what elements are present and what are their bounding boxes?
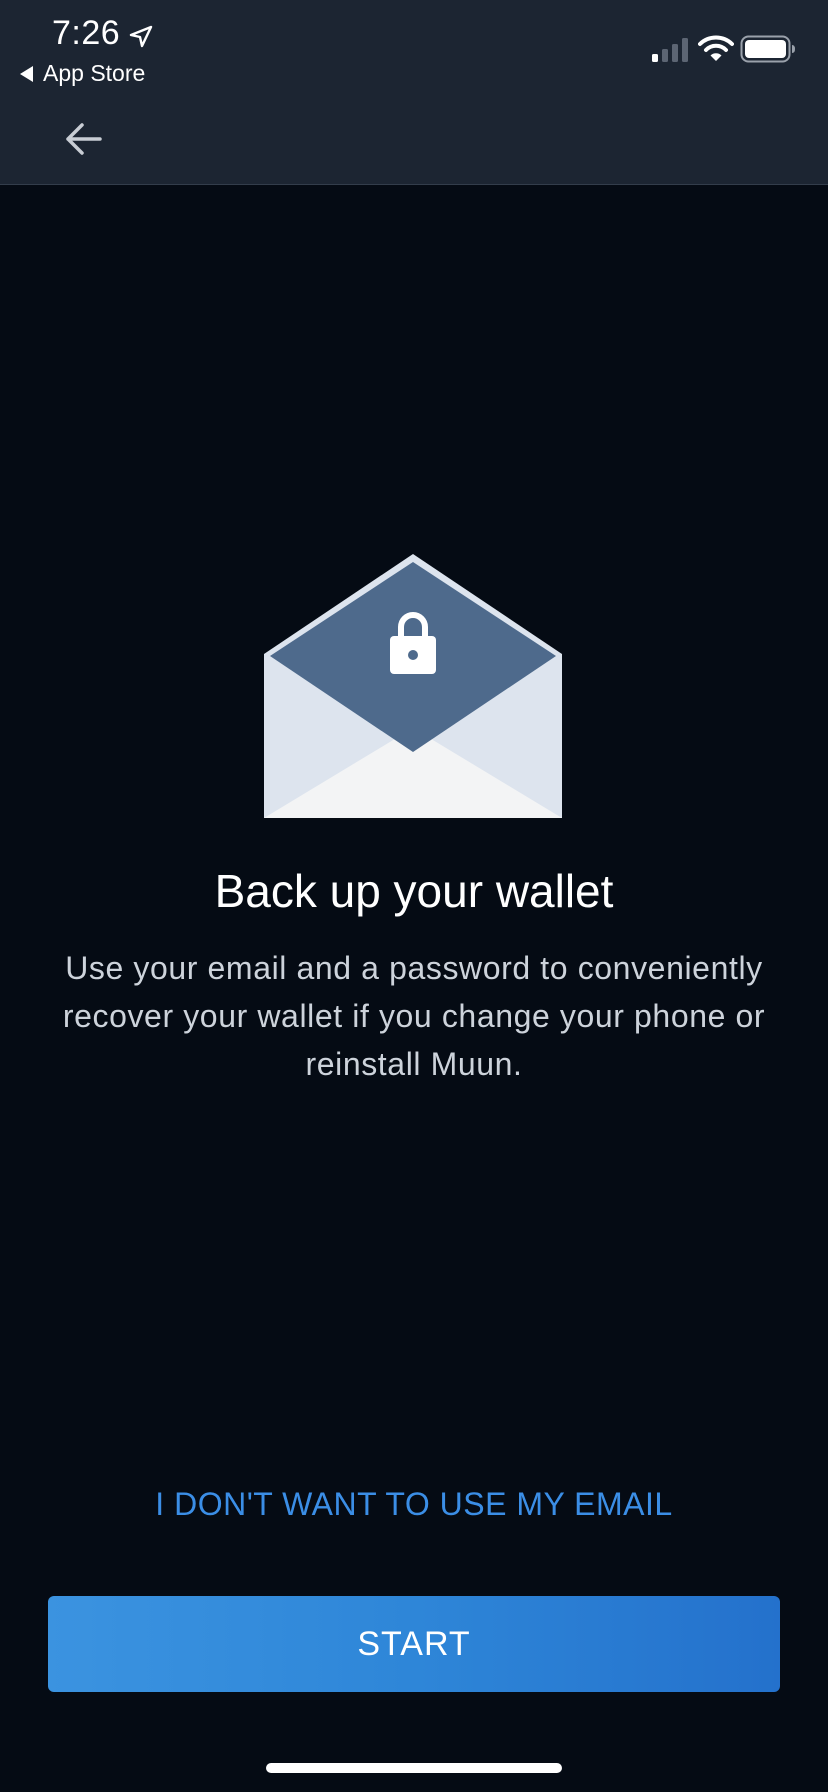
battery-icon bbox=[740, 35, 795, 63]
arrow-left-icon[interactable] bbox=[60, 118, 108, 160]
page-title: Back up your wallet bbox=[214, 865, 614, 917]
screen: 7:26 App Store Back up your wallet Use y… bbox=[0, 0, 828, 1792]
back-triangle-icon bbox=[20, 65, 33, 82]
back-to-app-label: App Store bbox=[43, 60, 146, 86]
back-to-app-store[interactable]: App Store bbox=[20, 60, 145, 87]
home-indicator bbox=[266, 1763, 562, 1773]
page-description: Use your email and a password to conveni… bbox=[62, 950, 766, 1082]
skip-email-link[interactable]: I DON'T WANT TO USE MY EMAIL bbox=[0, 1486, 828, 1523]
status-time: 7:26 bbox=[52, 14, 121, 52]
wifi-icon bbox=[698, 35, 734, 61]
cellular-signal-icon bbox=[652, 38, 688, 62]
top-bar: 7:26 App Store bbox=[0, 0, 828, 185]
start-button-label: START bbox=[357, 1624, 471, 1663]
start-button[interactable]: START bbox=[48, 1596, 780, 1692]
envelope-lock-icon bbox=[264, 554, 562, 818]
location-arrow-icon bbox=[129, 25, 153, 48]
